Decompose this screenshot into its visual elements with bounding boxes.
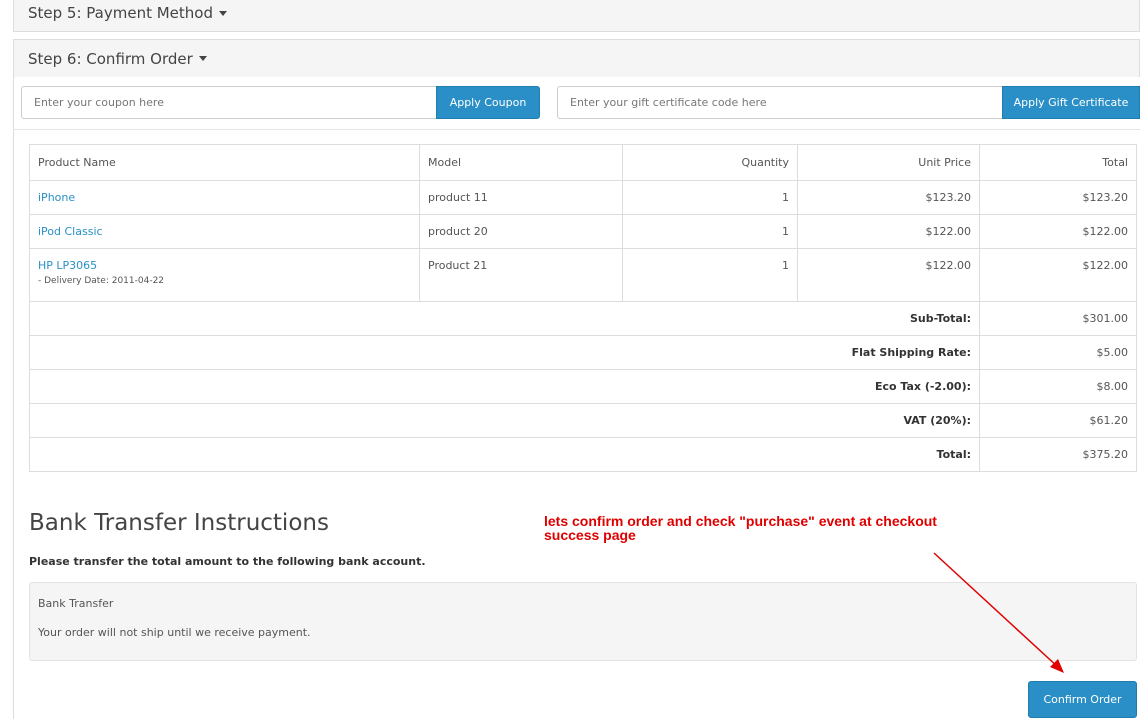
confirm-order-button[interactable]: Confirm Order bbox=[1028, 681, 1137, 718]
annotation-arrow-icon bbox=[933, 552, 1064, 673]
